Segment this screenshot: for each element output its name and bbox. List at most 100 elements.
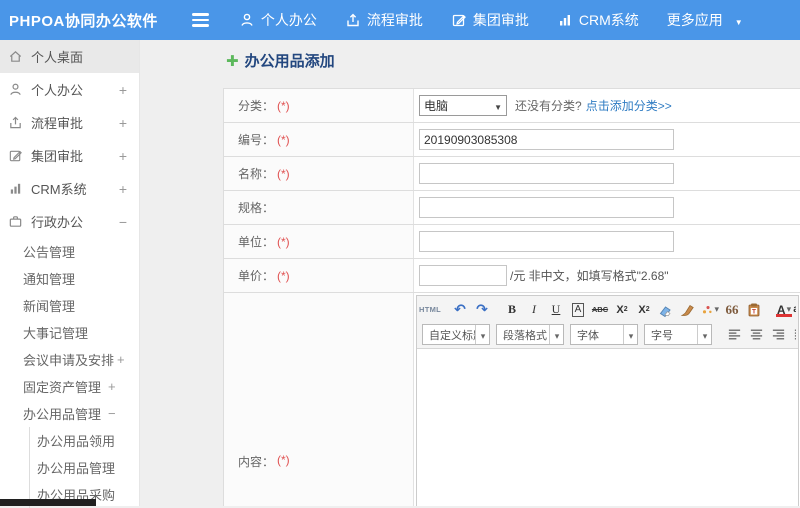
expand-plus[interactable]: + <box>117 352 125 367</box>
required-mark: (*) <box>277 99 290 113</box>
sidebar-item-announcement-mgmt[interactable]: 公告管理 <box>0 238 139 265</box>
chevron-down-icon <box>554 328 560 342</box>
price-input[interactable] <box>419 265 507 286</box>
sidebar-item-news-mgmt[interactable]: 新闻管理 <box>0 292 139 319</box>
share-icon <box>345 12 361 28</box>
sidebar-item-personal-desktop[interactable]: 个人桌面 <box>0 40 139 73</box>
align-right-icon[interactable] <box>768 325 788 345</box>
expand-plus[interactable]: + <box>119 115 127 131</box>
chevron-down-icon <box>480 328 486 342</box>
name-label: 名称： <box>238 165 274 182</box>
font-color-button[interactable]: A <box>774 300 794 320</box>
html-source-button[interactable]: HTML <box>420 300 440 320</box>
bold-button[interactable]: B <box>502 300 522 320</box>
unit-label: 单位： <box>238 233 274 250</box>
add-category-link[interactable]: 点击添加分类>> <box>586 97 672 114</box>
expand-plus[interactable]: + <box>119 148 127 164</box>
sidebar-item-notice-mgmt[interactable]: 通知管理 <box>0 265 139 292</box>
form-row-spec: 规格： <box>224 191 800 225</box>
form-row-category: 分类： (*) 电脑 还没有分类? 点击添加分类>> <box>224 89 800 123</box>
superscript-button[interactable]: X2 <box>612 300 632 320</box>
blockquote-button[interactable]: 66 <box>722 300 742 320</box>
italic-button[interactable]: I <box>524 300 544 320</box>
form-row-code: 编号： (*) <box>224 123 800 157</box>
home-icon <box>8 49 23 64</box>
sidebar-item-crm-system[interactable]: CRM系统 + <box>0 172 139 205</box>
editor-toolbar-row-1: HTML ↶ ↷ B I U A ABC X2 X2 <box>419 297 796 322</box>
format-brush-icon[interactable] <box>678 300 698 320</box>
paragraph-format-dropdown[interactable]: 段落格式 <box>496 324 564 345</box>
share-icon <box>8 115 23 130</box>
required-mark: (*) <box>277 269 290 283</box>
editor-toolbar: HTML ↶ ↷ B I U A ABC X2 X2 <box>417 296 798 349</box>
required-mark: (*) <box>277 453 290 467</box>
topnav-crm-system[interactable]: CRM系统 <box>557 10 639 30</box>
edit-icon <box>451 12 467 28</box>
price-label: 单价： <box>238 267 274 284</box>
sidebar-item-group-approval[interactable]: 集团审批 + <box>0 139 139 172</box>
font-family-dropdown[interactable]: 字体 <box>570 324 638 345</box>
unit-input[interactable] <box>419 231 674 252</box>
strikethrough-button[interactable]: ABC <box>590 300 610 320</box>
topnav-more-apps[interactable]: 更多应用 <box>667 10 743 30</box>
partial-bottom-element <box>0 499 96 506</box>
chevron-down-icon <box>494 99 502 113</box>
hamburger-menu-icon[interactable] <box>192 13 209 27</box>
app-logo: PHPOA协同办公软件 <box>0 10 158 31</box>
bar-chart-icon <box>557 12 573 28</box>
quick-format-icon[interactable] <box>700 300 720 320</box>
code-label: 编号： <box>238 131 274 148</box>
paste-plain-text-icon[interactable]: T <box>744 300 764 320</box>
top-navigation: 个人办公 流程审批 集团审批 CRM系统 更多应用 <box>239 10 743 30</box>
sidebar-item-memorabilia-mgmt[interactable]: 大事记管理 <box>0 319 139 346</box>
person-icon <box>8 82 23 97</box>
form-row-price: 单价： (*) /元 非中文，如填写格式"2.68" <box>224 259 800 293</box>
sidebar-item-supplies-manage[interactable]: 办公用品管理 <box>30 454 139 481</box>
sidebar-subgroup-office-supplies: 办公用品领用 办公用品管理 办公用品采购 <box>29 427 139 508</box>
spec-label: 规格： <box>238 199 274 216</box>
sidebar-item-office-supplies-mgmt[interactable]: 办公用品管理 − <box>0 400 139 427</box>
briefcase-icon <box>8 214 23 229</box>
svg-text:T: T <box>752 308 756 315</box>
underline-button[interactable]: U <box>546 300 566 320</box>
font-box-button[interactable]: A <box>568 300 588 320</box>
spec-input[interactable] <box>419 197 674 218</box>
form-row-name: 名称： (*) <box>224 157 800 191</box>
topbar: PHPOA协同办公软件 个人办公 流程审批 集团审批 <box>0 0 800 40</box>
collapse-minus[interactable]: − <box>119 214 127 230</box>
expand-plus[interactable]: + <box>108 379 116 394</box>
collapse-minus[interactable]: − <box>108 406 116 421</box>
sidebar-item-process-approval[interactable]: 流程审批 + <box>0 106 139 139</box>
sidebar-item-admin-office[interactable]: 行政办公 − <box>0 205 139 238</box>
sidebar-item-personal-office[interactable]: 个人办公 + <box>0 73 139 106</box>
expand-plus[interactable]: + <box>119 82 127 98</box>
eraser-icon[interactable] <box>656 300 676 320</box>
editor-content-area[interactable] <box>417 349 798 506</box>
editor-toolbar-row-2: 自定义标题 段落格式 字体 <box>419 322 796 347</box>
category-select[interactable]: 电脑 <box>419 95 507 116</box>
main-content: ✚ 办公用品添加 分类： (*) 电脑 还没有分类? 点击添加分类>> 编 <box>140 40 800 506</box>
sidebar-item-meeting-mgmt[interactable]: 会议申请及安排 + <box>0 346 139 373</box>
subscript-button[interactable]: X2 <box>634 300 654 320</box>
sidebar-item-supplies-claim[interactable]: 办公用品领用 <box>30 427 139 454</box>
category-label: 分类： <box>238 97 274 114</box>
redo-button[interactable]: ↷ <box>472 300 492 320</box>
topnav-process-approval[interactable]: 流程审批 <box>345 10 423 30</box>
undo-button[interactable]: ↶ <box>450 300 470 320</box>
chevron-down-icon <box>735 12 743 28</box>
required-mark: (*) <box>277 167 290 181</box>
expand-plus[interactable]: + <box>119 181 127 197</box>
chevron-down-icon <box>702 328 708 342</box>
required-mark: (*) <box>277 133 290 147</box>
name-input[interactable] <box>419 163 674 184</box>
code-input[interactable] <box>419 129 674 150</box>
align-justify-icon[interactable] <box>790 325 796 345</box>
align-left-icon[interactable] <box>724 325 744 345</box>
topnav-group-approval[interactable]: 集团审批 <box>451 10 529 30</box>
align-center-icon[interactable] <box>746 325 766 345</box>
font-size-dropdown[interactable]: 字号 <box>644 324 712 345</box>
sidebar-item-fixed-assets-mgmt[interactable]: 固定资产管理 + <box>0 373 139 400</box>
topnav-personal-office[interactable]: 个人办公 <box>239 10 317 30</box>
custom-heading-dropdown[interactable]: 自定义标题 <box>422 324 490 345</box>
person-icon <box>239 12 255 28</box>
